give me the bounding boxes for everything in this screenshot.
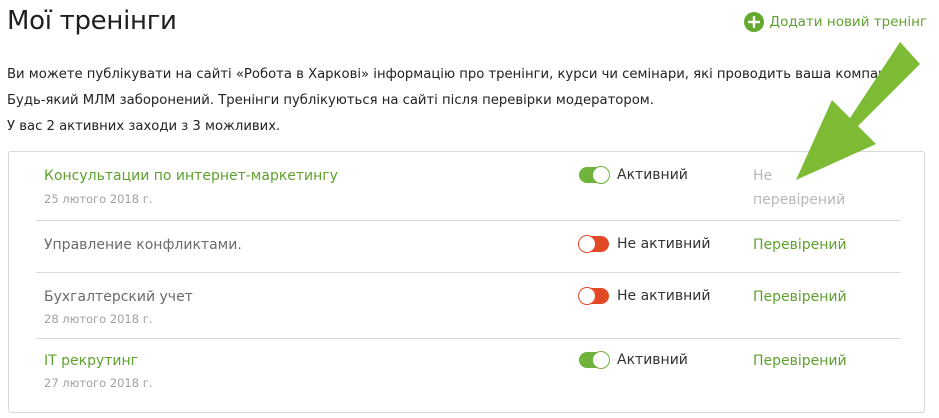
toggle-switch[interactable]	[578, 235, 609, 253]
toggle-switch[interactable]	[579, 351, 610, 369]
training-date: 27 лютого 2018 г.	[44, 376, 153, 390]
intro-text: Ви можете публікувати на сайті «Робота в…	[7, 67, 903, 108]
moderation-status: Перевірений	[753, 289, 847, 305]
plus-circle-icon	[743, 12, 764, 32]
moderation-status: Перевірений	[753, 237, 847, 253]
active-toggle[interactable]: Не активний	[578, 235, 711, 253]
add-training-label: Додати новий тренінг	[769, 14, 927, 30]
training-row: Бухгалтерский учет 28 лютого 2018 г. Не …	[36, 272, 901, 339]
page-title: Мої тренінги	[7, 6, 177, 36]
trainings-list: Консультации по интернет-маркетингу 25 л…	[8, 151, 925, 413]
active-toggle[interactable]: Активний	[579, 166, 688, 184]
active-count-text: У вас 2 активних заходи з 3 можливих.	[7, 119, 281, 134]
toggle-label: Не активний	[617, 288, 711, 304]
training-name-link[interactable]: Консультации по интернет-маркетингу	[44, 168, 338, 184]
training-name-link[interactable]: Управление конфликтами.	[44, 237, 242, 253]
training-name-link[interactable]: Бухгалтерский учет	[44, 289, 193, 305]
training-row: IT рекрутинг 27 лютого 2018 г. Активний …	[36, 338, 901, 412]
toggle-switch[interactable]	[578, 287, 609, 305]
moderation-status: Перевірений	[753, 353, 847, 369]
training-row: Управление конфликтами. Не активний Пере…	[36, 220, 901, 273]
training-date: 25 лютого 2018 г.	[44, 192, 153, 206]
active-toggle[interactable]: Не активний	[578, 287, 711, 305]
toggle-label: Активний	[617, 352, 688, 368]
moderation-status: Не перевірений	[753, 168, 846, 208]
training-name-link[interactable]: IT рекрутинг	[44, 353, 138, 369]
add-training-button[interactable]: Додати новий тренінг	[743, 12, 927, 32]
active-toggle[interactable]: Активний	[579, 351, 688, 369]
toggle-label: Не активний	[617, 236, 711, 252]
training-row: Консультации по интернет-маркетингу 25 л…	[36, 152, 901, 221]
toggle-switch[interactable]	[579, 166, 610, 184]
toggle-label: Активний	[617, 167, 688, 183]
training-date: 28 лютого 2018 г.	[44, 312, 153, 326]
